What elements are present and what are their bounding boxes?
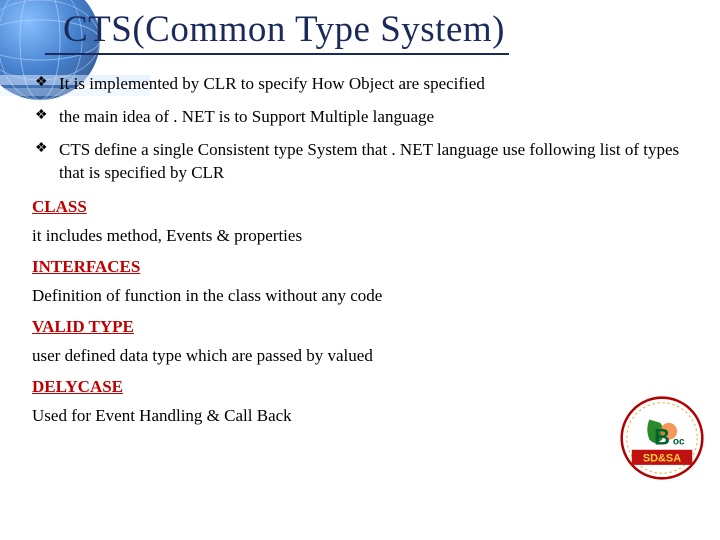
section-body-class: it includes method, Events & properties <box>32 225 690 247</box>
brand-logo: B oc SD&SA <box>620 396 704 480</box>
logo-top-text: B <box>654 425 670 450</box>
section-heading-delycase: DELYCASE <box>32 377 690 397</box>
section-heading-valid-type: VALID TYPE <box>32 317 690 337</box>
bullet-list: It is implemented by CLR to specify How … <box>30 73 690 185</box>
section-body-valid-type: user defined data type which are passed … <box>32 345 690 367</box>
bullet-item: It is implemented by CLR to specify How … <box>35 73 690 96</box>
section-heading-class: CLASS <box>32 197 690 217</box>
slide-title: CTS(Common Type System) <box>45 8 509 55</box>
section-heading-interfaces: INTERFACES <box>32 257 690 277</box>
bullet-item: the main idea of . NET is to Support Mul… <box>35 106 690 129</box>
bullet-item: CTS define a single Consistent type Syst… <box>35 139 690 185</box>
section-body-interfaces: Definition of function in the class with… <box>32 285 690 307</box>
section-body-delycase: Used for Event Handling & Call Back <box>32 405 690 427</box>
logo-bottom-text: SD&SA <box>643 453 681 465</box>
logo-sub-text: oc <box>673 437 685 448</box>
